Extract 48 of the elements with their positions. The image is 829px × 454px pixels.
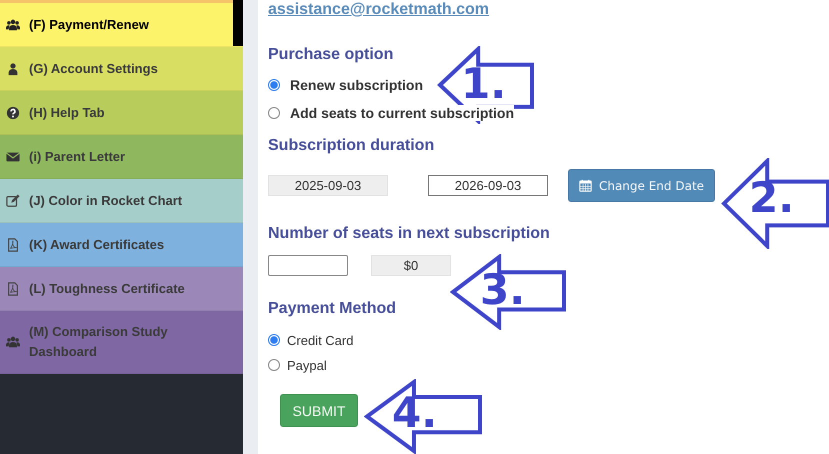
sidebar-item[interactable]: (K) Award Certificates xyxy=(0,223,243,267)
users-icon xyxy=(6,18,20,32)
help-icon xyxy=(6,106,20,120)
annotation-number: 4. xyxy=(392,391,438,435)
sidebar-item-label: (K) Award Certificates xyxy=(29,236,166,254)
section-heading: Number of seats in next subscription xyxy=(268,224,550,244)
annotation-number: 2. xyxy=(749,176,794,220)
sidebar-item[interactable]: (H) Help Tab xyxy=(0,91,243,135)
users-icon xyxy=(6,335,20,349)
annotation-number: 1. xyxy=(461,62,506,106)
sidebar-item-label: (G) Account Settings xyxy=(29,60,159,78)
radio-label: Credit Card xyxy=(287,332,354,348)
calendar-icon xyxy=(578,179,592,192)
start-date-field: 2025-09-03 xyxy=(268,175,388,196)
section-heading: Purchase option xyxy=(268,45,394,65)
pdf-icon xyxy=(6,238,20,252)
sidebar-item-label: (F) Payment/Renew xyxy=(29,16,150,34)
edit-icon xyxy=(6,194,20,208)
radio-label: Renew subscription xyxy=(290,77,424,93)
email-link[interactable]: assistance@rocketmath.com xyxy=(268,1,490,19)
submit-button[interactable]: SUBMIT xyxy=(280,394,358,427)
sidebar-item-label: (i) Parent Letter xyxy=(29,148,126,166)
sidebar-item[interactable]: (G) Account Settings xyxy=(0,47,243,91)
radio-button[interactable] xyxy=(268,107,280,119)
annotation-number: 3. xyxy=(480,268,526,312)
price-field: $0 xyxy=(371,255,451,276)
section-heading: Payment Method xyxy=(268,299,396,319)
sidebar-item[interactable]: (F) Payment/Renew xyxy=(0,3,243,47)
pdf-icon xyxy=(6,282,20,296)
radio-button[interactable] xyxy=(268,334,280,346)
envelope-icon xyxy=(6,150,20,164)
radio-label: Paypal xyxy=(287,358,327,372)
sidebar-item[interactable]: (J) Color in Rocket Chart xyxy=(0,179,243,223)
sidebar-item-label: (H) Help Tab xyxy=(29,104,106,122)
change-end-date-button[interactable]: Change End Date xyxy=(568,169,715,202)
seats-input-field[interactable] xyxy=(268,255,348,276)
section-heading: Subscription duration xyxy=(268,136,434,156)
sidebar-item-label: (M) Comparison Study Dashboard xyxy=(29,323,169,361)
sidebar-item[interactable]: (L) Toughness Certificate xyxy=(0,267,243,311)
sidebar-item[interactable]: (i) Parent Letter xyxy=(0,135,243,179)
sidebar-item-label: (J) Color in Rocket Chart xyxy=(29,192,184,210)
active-indicator xyxy=(233,0,243,46)
radio-label: Add seats to current subscription xyxy=(290,105,514,121)
user-icon xyxy=(6,62,20,76)
sidebar-item-label: (L) Toughness Certificate xyxy=(29,280,186,298)
radio-button[interactable] xyxy=(268,79,280,91)
end-date-field[interactable]: 2026-09-03 xyxy=(428,175,548,196)
radio-button[interactable] xyxy=(268,359,280,371)
